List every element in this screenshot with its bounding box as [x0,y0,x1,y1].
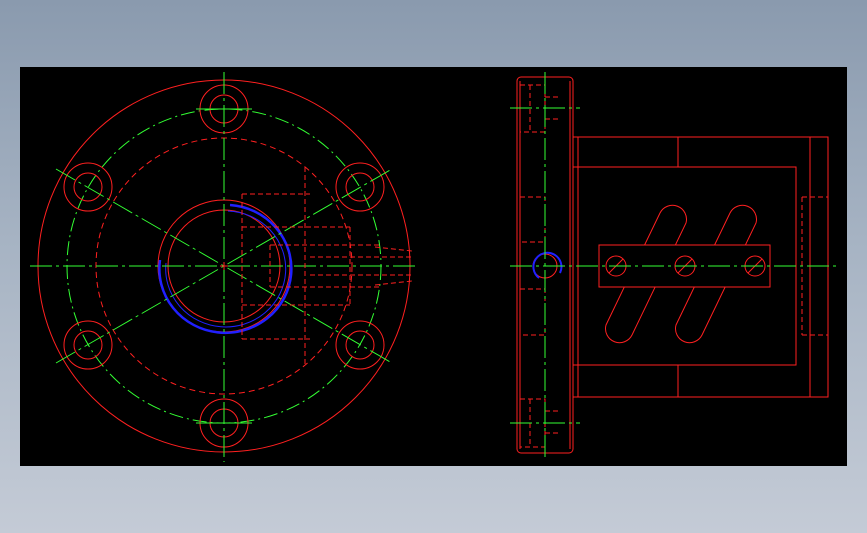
side-hidden-mid-bottom [520,288,546,336]
side-view-assembly [510,72,838,461]
center-mark [220,262,228,270]
end-cap [809,136,829,398]
hidden-line-13 [374,280,413,286]
thread-arc [158,203,293,335]
cad-drawing-canvas[interactable] [20,67,847,466]
side-hidden-mid-top [520,196,546,243]
front-view-flange [30,72,418,462]
cad-drawing [30,72,838,462]
thread-arc-inner [165,210,287,328]
side-bolt-bottom-b [545,410,558,434]
